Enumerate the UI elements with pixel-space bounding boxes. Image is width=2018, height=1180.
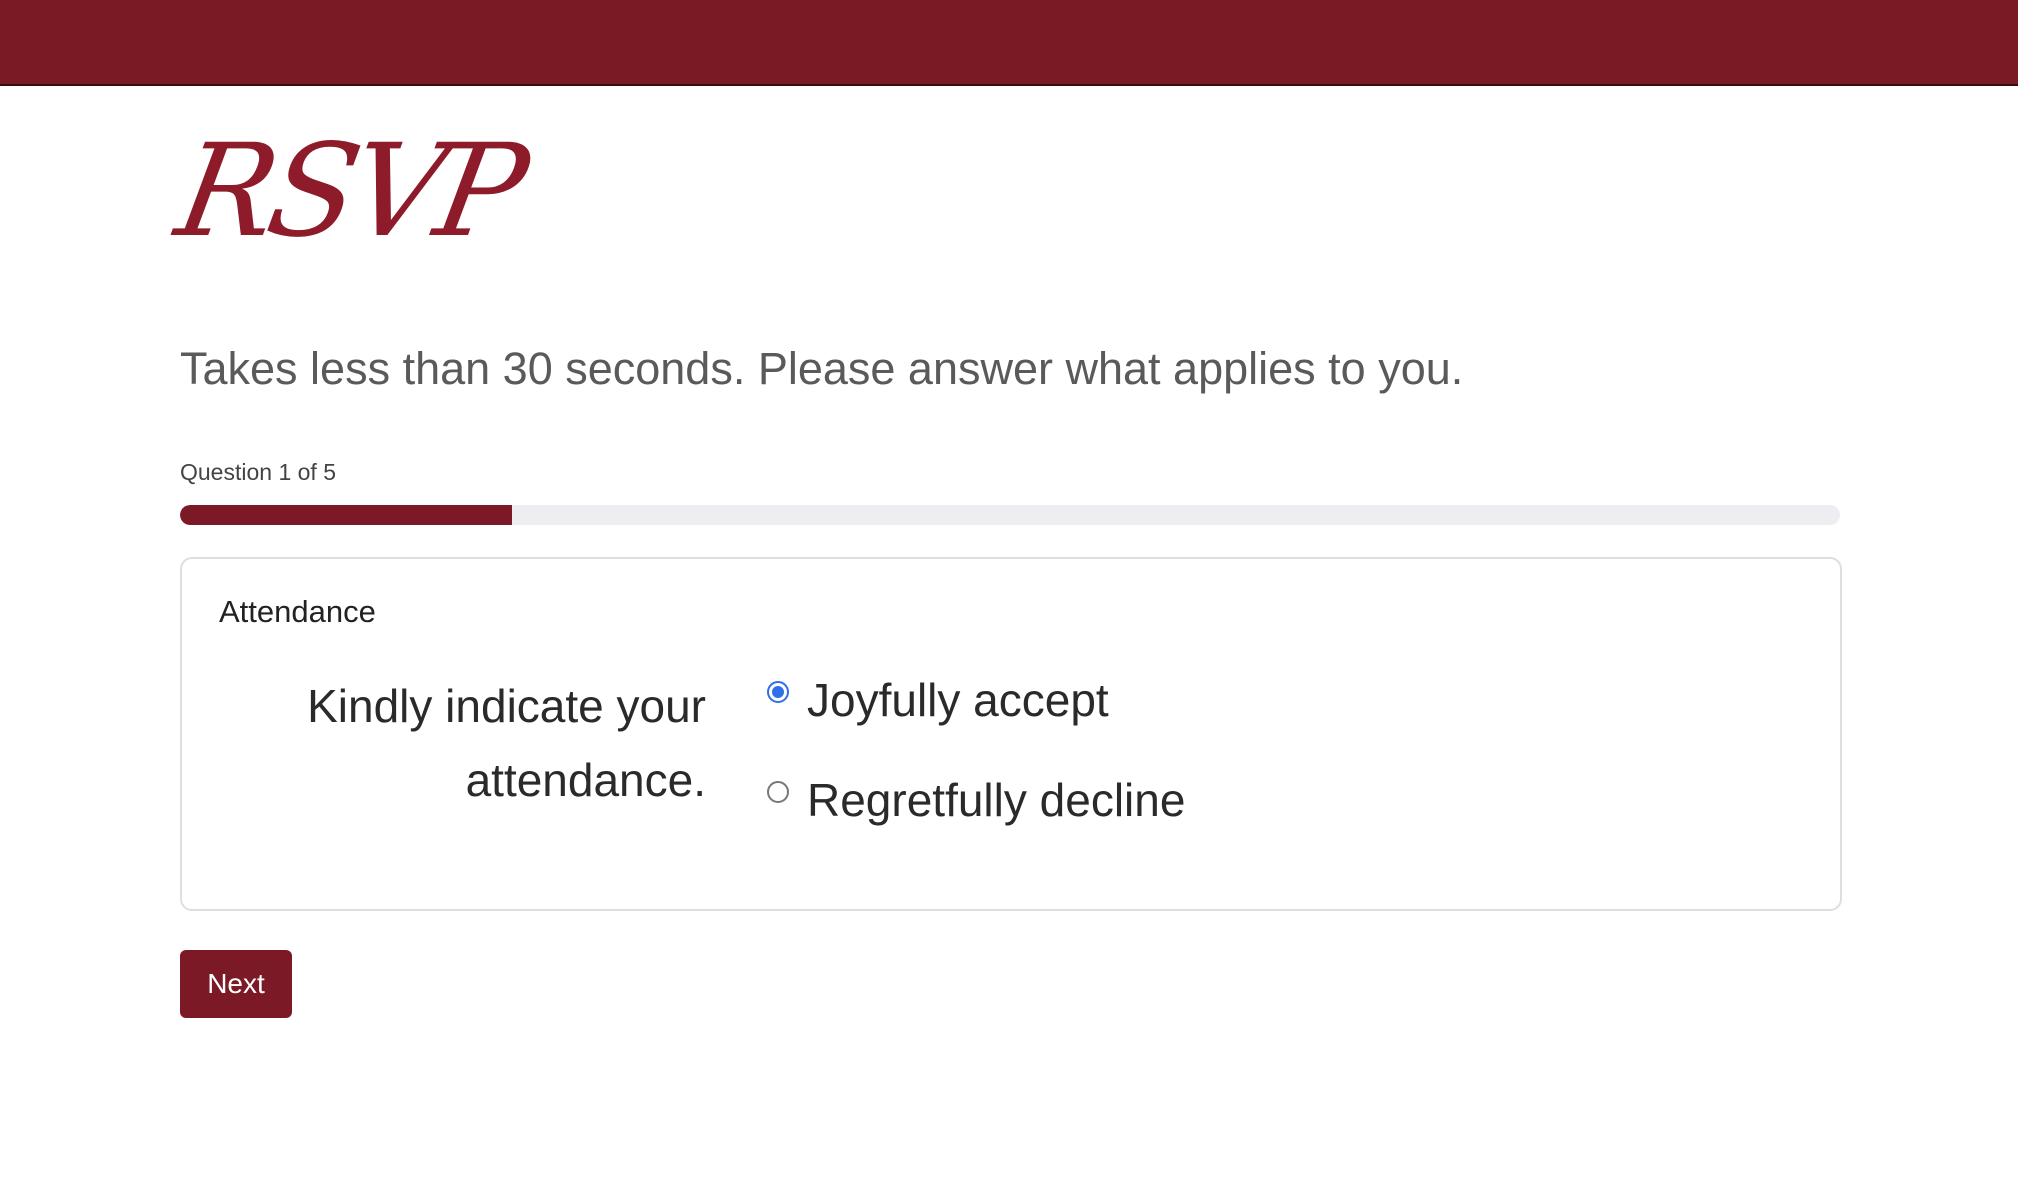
radio-button-decline[interactable] (767, 781, 789, 803)
top-banner (0, 0, 2018, 86)
question-text: Kindly indicate your attendance. (307, 680, 706, 806)
radio-button-accept[interactable] (767, 681, 789, 703)
question-card: Attendance Kindly indicate your attendan… (180, 557, 1842, 911)
progress-bar (180, 505, 1840, 525)
progress-label: Question 1 of 5 (180, 459, 336, 485)
card-title: Attendance (219, 594, 376, 629)
next-button[interactable]: Next (180, 950, 292, 1018)
option-joyfully-accept[interactable]: Joyfully accept (767, 674, 1109, 728)
rsvp-logo: RSVP (166, 117, 532, 266)
option-label: Regretfully decline (807, 774, 1186, 826)
option-label: Joyfully accept (807, 674, 1109, 726)
progress-bar-fill (180, 505, 512, 525)
page-subtitle: Takes less than 30 seconds. Please answe… (180, 343, 1464, 394)
option-regretfully-decline[interactable]: Regretfully decline (767, 774, 1185, 828)
